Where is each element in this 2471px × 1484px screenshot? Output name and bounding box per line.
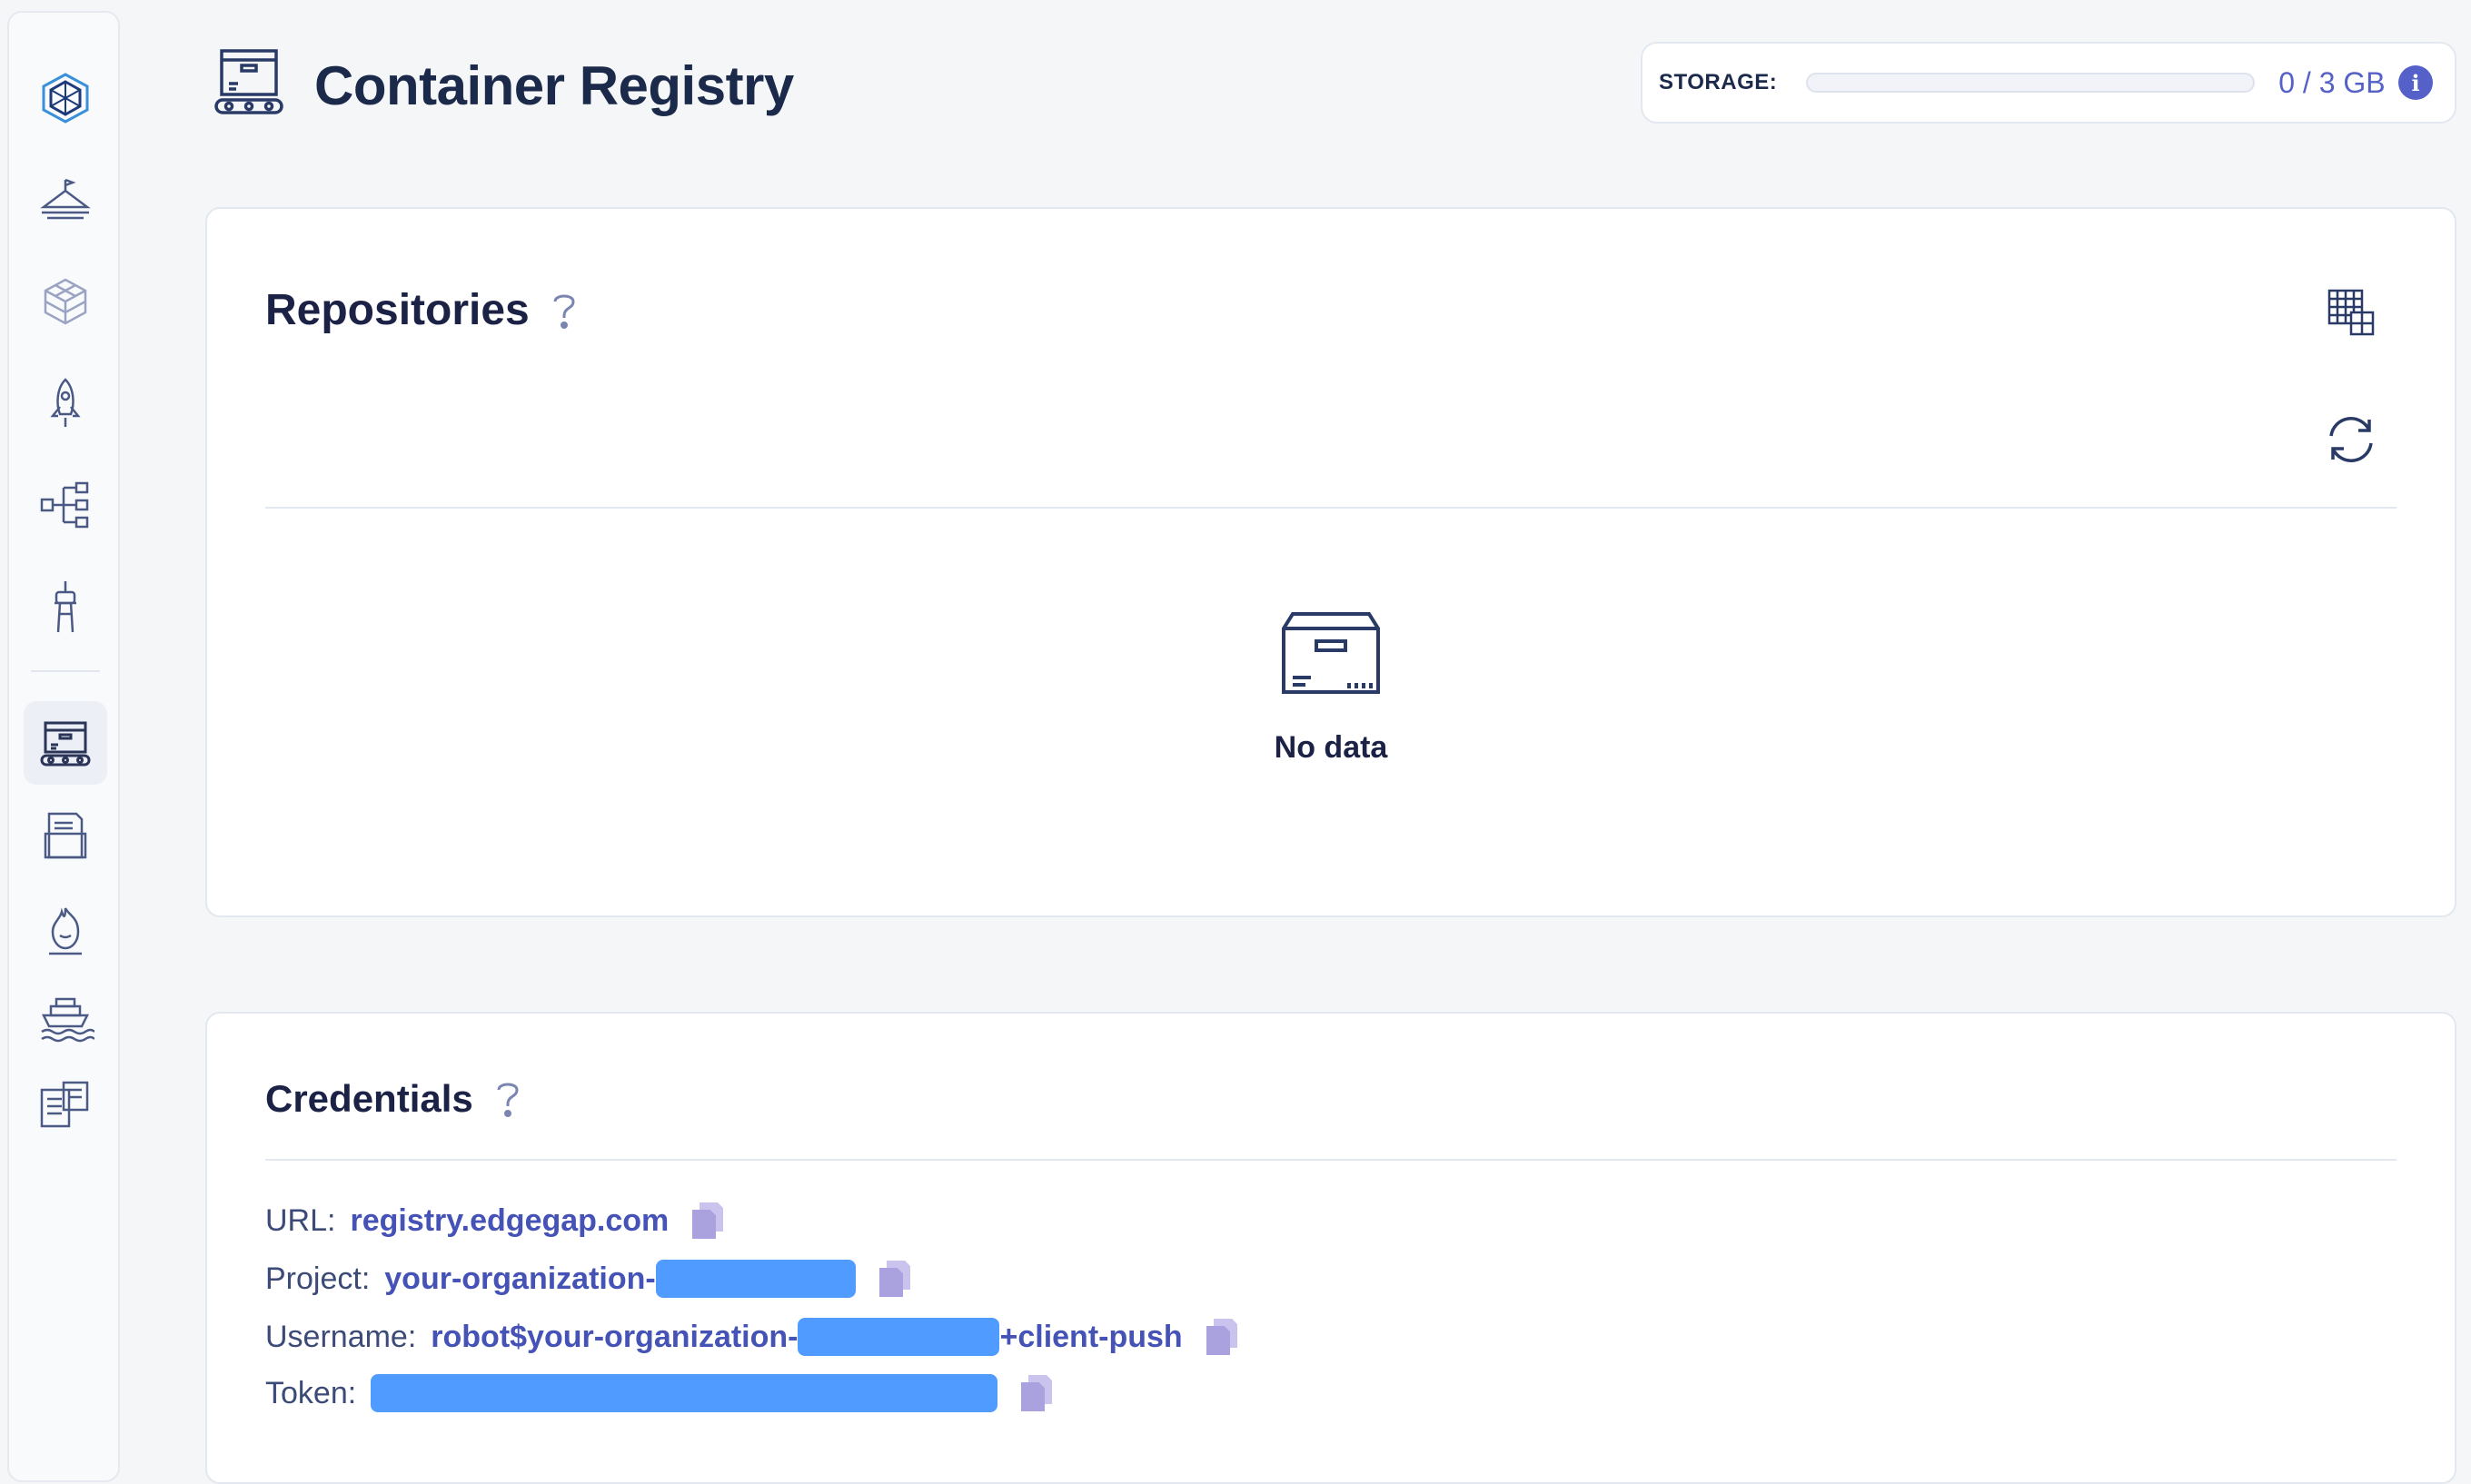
storage-label: STORAGE:	[1659, 70, 1778, 94]
rocket-icon[interactable]	[24, 361, 107, 445]
docs-icon[interactable]	[24, 1063, 107, 1146]
tower-icon[interactable]	[24, 565, 107, 648]
empty-state: No data	[207, 610, 2455, 766]
sidebar	[7, 11, 120, 1482]
container-registry-icon	[211, 45, 287, 126]
copy-icon[interactable]	[1017, 1373, 1054, 1413]
refresh-icon	[2329, 417, 2373, 462]
repositories-divider	[265, 507, 2397, 509]
project-value: your-organization-	[384, 1261, 656, 1296]
project-label: Project:	[265, 1261, 371, 1296]
username-value-suffix: +client-push	[999, 1319, 1183, 1354]
credentials-title: Credentials	[265, 1077, 522, 1121]
grid-cube-icon[interactable]	[24, 260, 107, 343]
refresh-button[interactable]	[2322, 411, 2380, 469]
fire-icon[interactable]	[24, 888, 107, 972]
copy-icon[interactable]	[689, 1201, 725, 1241]
token-label: Token:	[265, 1375, 357, 1410]
empty-box-icon	[1282, 612, 1380, 694]
redacted-block	[371, 1374, 998, 1412]
table-grid-icon	[2327, 289, 2375, 336]
landing-pad-icon[interactable]	[24, 158, 107, 242]
url-label: URL:	[265, 1202, 336, 1238]
cube-logo-icon[interactable]	[24, 56, 107, 140]
credentials-card: Credentials URL: registry.edgegap.com Pr…	[205, 1012, 2456, 1484]
credential-url-row: URL: registry.edgegap.com	[265, 1201, 725, 1241]
sidebar-divider	[31, 670, 100, 672]
files-icon[interactable]	[24, 794, 107, 877]
page-title: Container Registry	[314, 55, 794, 116]
username-value-prefix: robot$your-organization-	[431, 1319, 799, 1354]
copy-icon[interactable]	[876, 1259, 912, 1299]
redacted-block	[798, 1318, 1000, 1356]
help-icon[interactable]	[550, 291, 579, 331]
info-icon[interactable]: i	[2398, 65, 2433, 100]
url-value: registry.edgegap.com	[350, 1202, 670, 1238]
credential-token-row: Token:	[265, 1373, 1054, 1413]
ship-icon[interactable]	[24, 975, 107, 1059]
credential-username-row: Username: robot$your-organization- +clie…	[265, 1317, 1239, 1357]
copy-icon[interactable]	[1203, 1317, 1239, 1357]
credential-project-row: Project: your-organization-	[265, 1259, 912, 1299]
repositories-title-text: Repositories	[265, 286, 530, 334]
credentials-title-text: Credentials	[265, 1077, 473, 1120]
storage-widget: STORAGE: 0 / 3 GB i	[1641, 42, 2456, 124]
container-registry-icon[interactable]	[24, 701, 107, 785]
repositories-title: Repositories	[265, 285, 579, 335]
help-icon[interactable]	[493, 1079, 522, 1119]
storage-value: 0 / 3 GB	[2278, 65, 2386, 99]
redacted-block	[655, 1260, 856, 1298]
credentials-divider	[265, 1159, 2397, 1161]
repositories-card: Repositories No data	[205, 207, 2456, 917]
page-header: Container Registry	[211, 45, 794, 126]
table-view-button[interactable]	[2322, 283, 2380, 341]
flow-tree-icon[interactable]	[24, 463, 107, 547]
username-label: Username:	[265, 1319, 417, 1354]
empty-state-text: No data	[1274, 730, 1388, 765]
storage-progress-bar	[1806, 73, 2256, 93]
